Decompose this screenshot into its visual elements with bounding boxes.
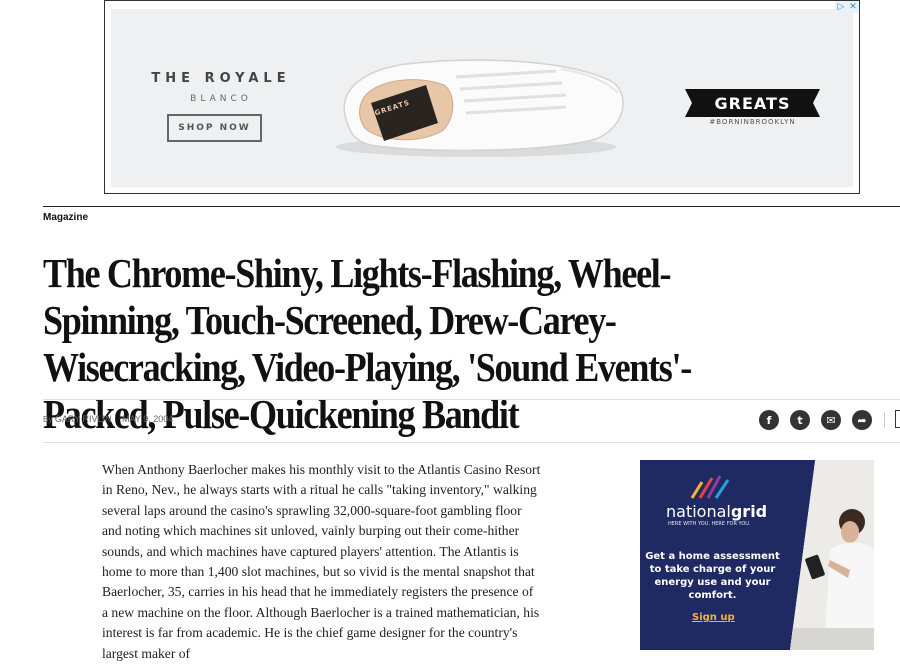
sign-up-link[interactable]: Sign up	[692, 612, 735, 623]
ad-brand-line1: THE ROYALE	[151, 71, 291, 86]
nationalgrid-logo-mark	[690, 475, 730, 499]
share-separator	[884, 412, 885, 428]
brand-light: national	[666, 502, 731, 521]
byline: By GARY RIVLIN MAY 9, 2004	[43, 414, 173, 424]
top-banner-ad[interactable]: THE ROYALE BLANCO SHOP NOW GREATS GREATS…	[104, 0, 860, 194]
byline-prefix: By	[43, 415, 53, 424]
bookmark-icon[interactable]	[895, 410, 900, 428]
ad-choices[interactable]: ▷ ✕	[835, 1, 859, 13]
article-body: When Anthony Baerlocher makes his monthl…	[102, 462, 541, 661]
share-icon[interactable]: ➦	[852, 410, 872, 430]
ad-tagline: HERE WITH YOU. HERE FOR YOU.	[668, 521, 751, 527]
side-banner-ad[interactable]: nationalgrid HERE WITH YOU. HERE FOR YOU…	[640, 460, 874, 650]
share-bar: f t ✉ ➦	[759, 410, 872, 430]
greats-logo-text: GREATS	[714, 93, 791, 113]
facebook-icon[interactable]: f	[759, 410, 779, 430]
brand-bold: grid	[730, 502, 768, 521]
ad-product-name: THE ROYALE BLANCO	[141, 71, 301, 104]
ad-background: THE ROYALE BLANCO SHOP NOW GREATS GREATS…	[111, 9, 853, 187]
publish-date: MAY 9, 2004	[122, 414, 174, 424]
sneaker-image	[336, 59, 624, 157]
close-icon[interactable]: ✕	[847, 1, 859, 13]
section-label[interactable]: Magazine	[43, 212, 88, 223]
header-divider	[43, 206, 900, 207]
author-name[interactable]: GARY RIVLIN	[55, 414, 112, 424]
adchoices-icon[interactable]: ▷	[835, 1, 847, 13]
shop-now-button[interactable]: SHOP NOW	[167, 114, 262, 142]
meta-divider-bottom	[43, 442, 900, 443]
greats-tagline: #BORNINBROOKLYN	[709, 118, 796, 126]
greats-logo: GREATS	[685, 89, 820, 117]
meta-divider-top	[43, 399, 900, 400]
ad-copy: Get a home assessment to take charge of …	[645, 551, 780, 601]
ad-photo	[790, 460, 874, 650]
ad-brand-line2: BLANCO	[190, 94, 252, 104]
article-headline: The Chrome-Shiny, Lights-Flashing, Wheel…	[43, 250, 692, 437]
twitter-icon[interactable]: t	[790, 410, 810, 430]
email-icon[interactable]: ✉	[821, 410, 841, 430]
nationalgrid-logo: nationalgrid	[666, 502, 767, 521]
